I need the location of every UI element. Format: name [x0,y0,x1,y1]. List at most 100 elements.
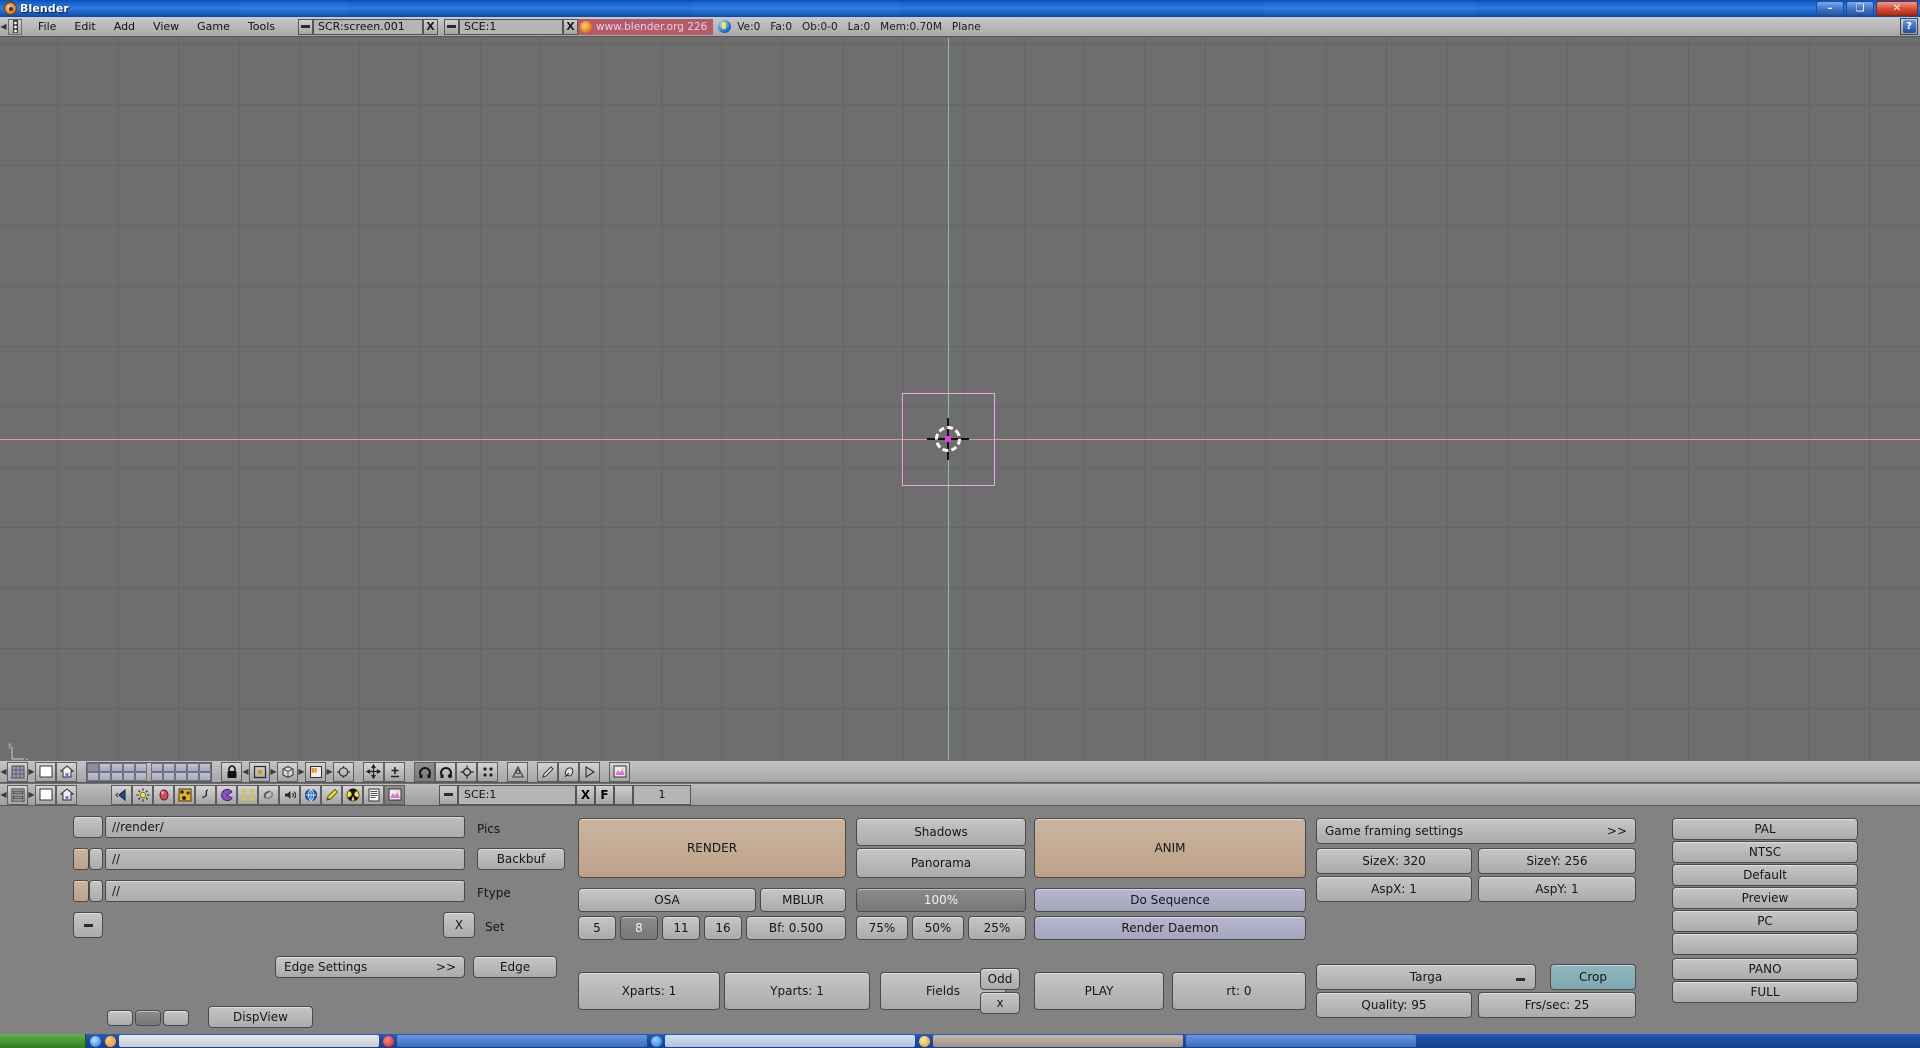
buttons-window-header[interactable]: ◀ ▶ [0,783,1920,806]
backbuf-browse-button[interactable] [89,848,103,870]
osa-16-button[interactable]: 16 [704,916,742,940]
pivot-center-icon[interactable] [456,762,477,782]
uv-face-select-icon[interactable] [579,762,600,782]
buttons-display-icon[interactable] [35,785,56,805]
3d-viewport[interactable]: y x [0,38,1920,760]
row2-arrow-icon[interactable]: ▶ [28,785,35,805]
render-buttons-icon[interactable] [384,785,405,805]
preset-ntsc-button[interactable]: NTSC [1672,841,1858,863]
odd-fields-button[interactable]: Odd [980,968,1020,990]
taskbar-item-2-icon[interactable] [383,1036,394,1047]
render-size-100-button[interactable]: 100% [856,888,1026,912]
shading-solid-icon[interactable] [277,762,298,782]
script-buttons-icon[interactable] [363,785,384,805]
help-button[interactable]: ? [1900,18,1918,35]
row1-collapse-arrow-icon[interactable]: ◀ [0,762,7,782]
edit-buttons-icon[interactable] [321,785,342,805]
material-buttons-icon[interactable] [153,785,174,805]
header-collapse-arrow-icon[interactable]: ◀ [0,19,7,35]
backbuf-button[interactable]: Backbuf [477,848,565,870]
edge-settings-button[interactable]: Edge Settings >> [275,956,465,978]
taskbar-item-5[interactable] [665,1035,915,1047]
preset-pal-button[interactable]: PAL [1672,818,1858,840]
screen-menu-button[interactable] [298,19,313,35]
screen-delete-button[interactable]: X [423,19,438,35]
os-taskbar[interactable] [0,1034,1920,1048]
mblur-button[interactable]: MBLUR [760,888,846,912]
window-type-icon[interactable] [8,19,22,35]
set-clear-button[interactable]: X [443,912,475,938]
asp-x-button[interactable]: AspX: 1 [1316,876,1472,902]
asp-y-button[interactable]: AspY: 1 [1478,876,1636,902]
taskbar-item-3[interactable] [397,1035,647,1047]
home-icon[interactable] [56,762,77,782]
render-daemon-button[interactable]: Render Daemon [1034,916,1306,940]
edge-button[interactable]: Edge [473,956,557,978]
paint-tool-icon[interactable] [537,762,558,782]
row1-arrow-icon-2[interactable]: ◀ [242,762,249,782]
scene-name-field[interactable]: SCE:1 [459,19,563,35]
taskbar-item-8[interactable] [1186,1035,1416,1047]
viewport-header-toolbar[interactable]: ◀ ▶ ◀ ▶ ▶ T ▶ [0,760,1920,783]
osa-button[interactable]: OSA [578,888,756,912]
render-button[interactable]: RENDER [578,818,846,878]
fields-x-button[interactable]: x [980,992,1020,1014]
render-size-50-button[interactable]: 50% [912,916,964,940]
object-mode-icon[interactable] [249,762,270,782]
pics-path-field[interactable]: //render/ [105,816,465,838]
dispview-button[interactable]: DispView [208,1006,313,1028]
file-format-dropdown[interactable]: Targa [1316,964,1536,990]
window-minimize-button[interactable]: – [1816,1,1844,16]
vertex-paint-icon[interactable] [558,762,579,782]
buttons-home-icon[interactable] [56,785,77,805]
ftype-toggle-swatch[interactable] [73,880,89,902]
window-controls[interactable]: – ❑ ✕ [1816,1,1918,16]
taskbar-item-7[interactable] [933,1035,1183,1047]
texture-buttons-icon[interactable] [174,785,195,805]
proportional-edit-icon[interactable] [507,762,528,782]
disp-mode-button-3[interactable] [163,1010,189,1026]
sound-buttons-icon[interactable] [279,785,300,805]
panorama-button[interactable]: Panorama [856,848,1026,878]
size-y-button[interactable]: SizeY: 256 [1478,848,1636,874]
lamp-buttons-icon[interactable] [132,785,153,805]
osa-11-button[interactable]: 11 [662,916,700,940]
row1-arrow-icon-5[interactable]: ▶ [326,762,333,782]
snap-increment-icon[interactable] [384,762,405,782]
osa-8-button[interactable]: 8 [620,916,658,940]
layer-buttons[interactable] [86,762,212,782]
render-size-75-button[interactable]: 75% [856,916,908,940]
scene-buttons-icon[interactable] [342,785,363,805]
menu-file[interactable]: File [29,19,65,34]
row2-collapse-arrow-icon[interactable]: ◀ [0,785,7,805]
yparts-button[interactable]: Yparts: 1 [724,972,870,1010]
taskbar-item-6-icon[interactable] [919,1036,930,1047]
game-framing-settings-button[interactable]: Game framing settings >> [1316,818,1636,844]
size-x-button[interactable]: SizeX: 320 [1316,848,1472,874]
disp-mode-button-1[interactable] [107,1010,133,1026]
menu-add[interactable]: Add [105,19,144,34]
scene-menu-button[interactable] [444,19,459,35]
preset-pc-button[interactable]: PC [1672,910,1858,932]
translate-manipulator-icon[interactable] [363,762,384,782]
animation-buttons-icon[interactable] [195,785,216,805]
preset-pal169-button[interactable] [1672,933,1858,955]
preset-preview-button[interactable]: Preview [1672,887,1858,909]
window-maximize-button[interactable]: ❑ [1846,1,1874,16]
backbuf-path-field[interactable]: // [105,848,465,870]
set-scene-menu-button[interactable] [73,912,103,938]
world-buttons-icon[interactable] [300,785,321,805]
menu-view[interactable]: View [144,19,188,34]
preset-full-button[interactable]: FULL [1672,981,1858,1003]
anim-button[interactable]: ANIM [1034,818,1306,878]
lock-icon[interactable] [221,762,242,782]
preset-default-button[interactable]: Default [1672,864,1858,886]
shadows-button[interactable]: Shadows [856,818,1026,846]
row1-arrow-icon[interactable]: ▶ [28,762,35,782]
buttons-scene-menu[interactable] [439,785,458,805]
backbuf-toggle-swatch[interactable] [73,848,89,870]
row1-arrow-icon-4[interactable]: ▶ [298,762,305,782]
header-menu-bar[interactable]: File Edit Add View Game Tools [29,19,284,34]
viewport-display-icon[interactable] [35,762,56,782]
ftype-path-field[interactable]: // [105,880,465,902]
